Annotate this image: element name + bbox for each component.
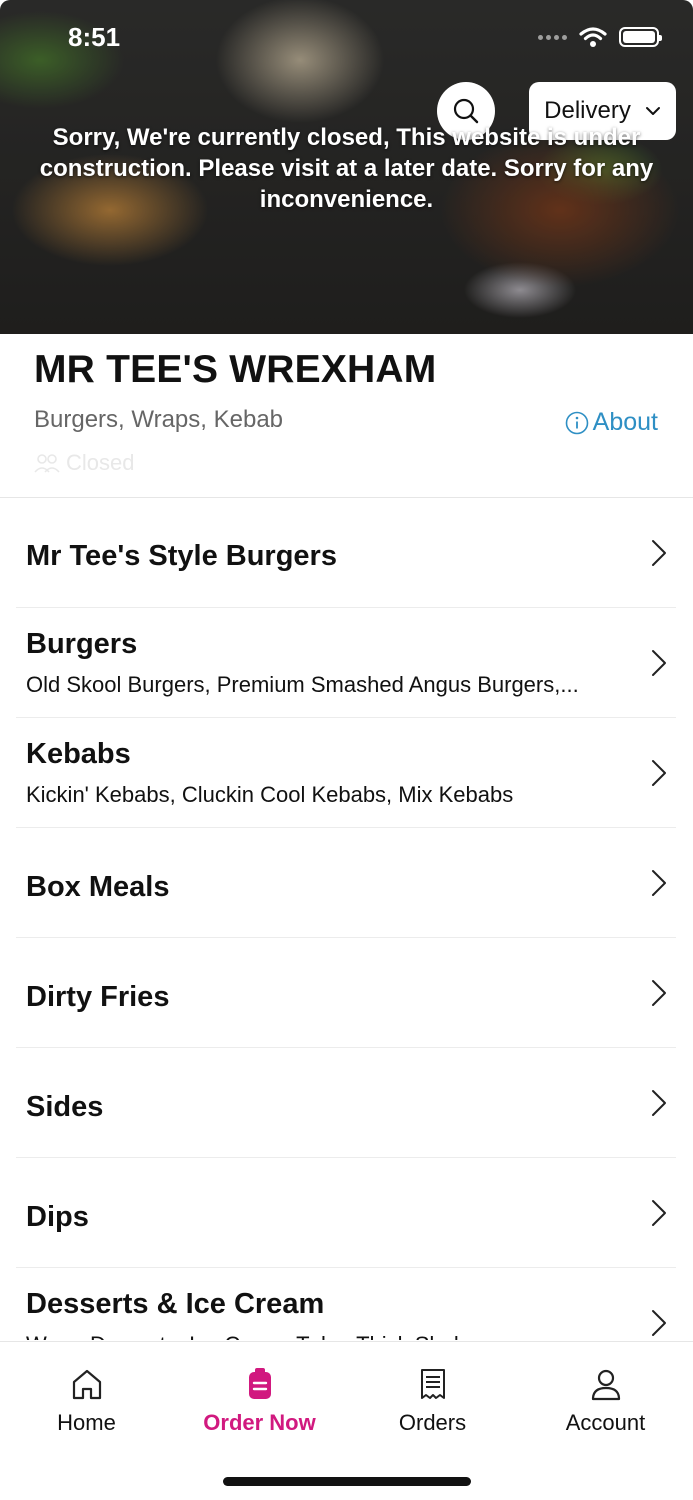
users-icon xyxy=(34,454,60,473)
nav-orders-label: Orders xyxy=(398,1410,467,1435)
category-subtitle: Warm Desserts, Ice Cream Tubs, Thick Sha… xyxy=(26,1332,606,1340)
status-time: 8:51 xyxy=(68,22,121,52)
chevron-right-icon xyxy=(652,870,666,896)
restaurant-status-label: Closed xyxy=(66,450,135,475)
chevron-right-icon xyxy=(652,1310,666,1336)
cellular-signal-icon xyxy=(538,34,567,40)
nav-orders[interactable]: Orders xyxy=(346,1366,519,1436)
nav-account[interactable]: Account xyxy=(519,1366,692,1436)
category-title: Desserts & Ice Cream xyxy=(26,1288,325,1320)
closed-message: Sorry, We're currently closed, This webs… xyxy=(39,124,654,213)
user-icon xyxy=(591,1369,620,1401)
wifi-icon xyxy=(579,27,607,47)
hero-banner: 8:51 Delivery Sorry, We're currently clo… xyxy=(0,0,693,334)
order-bag-icon xyxy=(248,1368,271,1399)
chevron-right-icon xyxy=(652,540,666,566)
category-item-mr-tees-style-burgers[interactable]: Mr Tee's Style Burgers xyxy=(16,498,676,608)
about-link[interactable]: About xyxy=(565,408,658,437)
home-indicator xyxy=(223,1477,471,1486)
home-icon xyxy=(72,1369,101,1400)
restaurant-status: Closed xyxy=(34,450,134,476)
menu-category-list: Mr Tee's Style Burgers Burgers Old Skool… xyxy=(0,498,693,1340)
chevron-right-icon xyxy=(652,1200,666,1226)
category-item-burgers[interactable]: Burgers Old Skool Burgers, Premium Smash… xyxy=(16,608,676,718)
about-label: About xyxy=(592,408,658,436)
category-title: Dips xyxy=(26,1201,89,1233)
info-icon xyxy=(565,411,588,434)
nav-home[interactable]: Home xyxy=(0,1366,173,1436)
status-icons xyxy=(538,26,662,48)
delivery-mode-label: Delivery xyxy=(544,97,631,124)
chevron-down-icon xyxy=(645,107,660,115)
category-item-box-meals[interactable]: Box Meals xyxy=(16,828,676,938)
chevron-right-icon xyxy=(652,650,666,676)
nav-order-now[interactable]: Order Now xyxy=(173,1366,346,1436)
category-title: Sides xyxy=(26,1091,104,1123)
category-item-dips[interactable]: Dips xyxy=(16,1158,676,1268)
category-title: Kebabs xyxy=(26,738,131,770)
category-item-sides[interactable]: Sides xyxy=(16,1048,676,1158)
chevron-right-icon xyxy=(652,760,666,786)
nav-order-now-label: Order Now xyxy=(203,1410,316,1435)
receipt-icon xyxy=(420,1369,445,1399)
category-subtitle: Kickin' Kebabs, Cluckin Cool Kebabs, Mix… xyxy=(26,782,514,807)
chevron-right-icon xyxy=(652,980,666,1006)
category-title: Box Meals xyxy=(26,871,170,903)
nav-account-label: Account xyxy=(565,1410,646,1435)
category-item-dirty-fries[interactable]: Dirty Fries xyxy=(16,938,676,1048)
restaurant-cuisine: Burgers, Wraps, Kebab xyxy=(34,406,284,433)
chevron-right-icon xyxy=(652,1090,666,1116)
category-subtitle: Old Skool Burgers, Premium Smashed Angus… xyxy=(26,672,579,697)
nav-home-label: Home xyxy=(57,1410,116,1435)
battery-icon xyxy=(619,27,662,47)
category-title: Dirty Fries xyxy=(26,981,170,1013)
restaurant-name: MR TEE'S WREXHAM xyxy=(34,348,437,391)
category-title: Mr Tee's Style Burgers xyxy=(26,540,337,572)
category-item-desserts-ice-cream[interactable]: Desserts & Ice Cream Warm Desserts, Ice … xyxy=(16,1268,676,1340)
category-title: Burgers xyxy=(26,628,138,660)
category-item-kebabs[interactable]: Kebabs Kickin' Kebabs, Cluckin Cool Keba… xyxy=(16,718,676,828)
